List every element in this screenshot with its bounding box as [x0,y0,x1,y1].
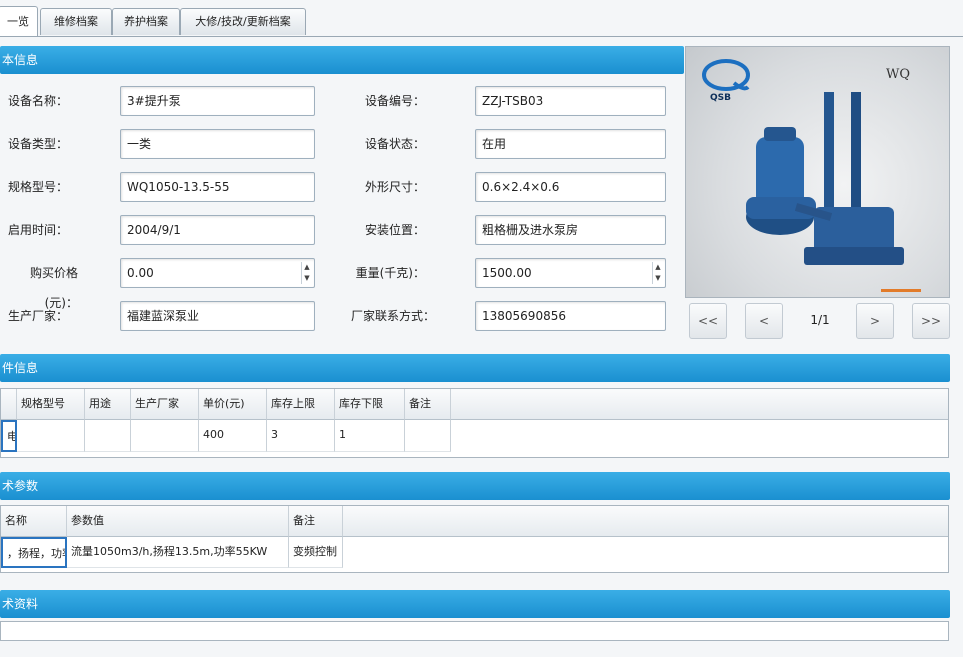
parts-header: 件信息 [0,354,950,382]
model-spec-field[interactable]: WQ1050-13.5-55 [120,172,315,202]
image-pager: 1/1 [810,313,830,327]
table-cell[interactable]: 1 [335,420,405,452]
tab-maintenance-records[interactable]: 养护档案 [112,8,180,35]
field-label: 启用时间： [7,223,68,237]
parts-grid: 规格型号 用途 生产厂家 单价(元) 库存上限 库存下限 备注 电机 400 3… [0,388,949,458]
prev-image-button[interactable]: < [745,303,783,339]
field-label: 生产厂家： [7,309,68,323]
start-date-field[interactable]: 2004/9/1 [120,215,315,245]
column-header[interactable]: 参数值 [67,506,289,537]
install-location-field[interactable]: 粗格栅及进水泵房 [475,215,666,245]
tab-label: 一览 [7,15,29,28]
table-cell[interactable]: 电机 [1,420,17,452]
field-label: 厂家联系方式： [350,309,435,323]
section-title: 本信息 [2,53,39,67]
column-header-filler [451,389,948,420]
table-cell[interactable] [85,420,131,452]
field-value: 0.00 [127,266,154,280]
table-cell[interactable]: 变频控制 [289,537,343,568]
device-number-field[interactable]: ZZJ-TSB03 [475,86,666,116]
column-header[interactable] [1,389,17,420]
spin-up-icon[interactable]: ▲ [302,262,312,273]
table-cell[interactable]: ，扬程，功率 [1,537,67,568]
field-value: 1500.00 [482,266,532,280]
field-label: 购买价格(元)： [29,266,78,310]
device-status-field[interactable]: 在用 [475,129,666,159]
table-cell[interactable]: 400 [199,420,267,452]
column-header[interactable]: 库存上限 [267,389,335,420]
device-name-field[interactable]: 3#提升泵 [120,86,315,116]
field-label: 设备编号： [364,94,425,108]
basic-info-header: 本信息 [0,46,684,74]
table-cell[interactable] [17,420,85,452]
weight-spinner[interactable]: ▲ ▼ [652,262,663,284]
brand-logo-text: QSB [710,93,731,103]
field-label: 设备状态： [364,137,425,151]
weight-field[interactable]: 1500.00 ▲ ▼ [475,258,666,288]
table-cell[interactable]: 3 [267,420,335,452]
device-type-field[interactable]: 一类 [120,129,315,159]
tab-overhaul-records[interactable]: 大修/技改/更新档案 [180,8,306,35]
column-header-filler [343,506,948,537]
tab-underline [0,36,963,37]
spin-down-icon[interactable]: ▼ [302,273,312,284]
model-caption: WQ [886,67,911,82]
column-header[interactable]: 备注 [289,506,343,537]
tab-repair-records[interactable]: 维修档案 [40,8,112,35]
spin-down-icon[interactable]: ▼ [653,273,663,284]
tab-overview[interactable]: 一览 [0,6,38,37]
field-label: 外形尺寸： [364,180,425,194]
section-title: 件信息 [2,361,39,375]
field-label: 重量(千克)： [355,266,425,280]
dimensions-field[interactable]: 0.6×2.4×0.6 [475,172,666,202]
table-cell[interactable]: 流量1050m3/h,扬程13.5m,功率55KW [67,537,289,568]
tab-label: 养护档案 [124,15,168,28]
pump-illustration [702,59,921,292]
tech-params-grid: 名称 参数值 备注 ，扬程，功率 流量1050m3/h,扬程13.5m,功率55… [0,505,949,573]
spin-up-icon[interactable]: ▲ [653,262,663,273]
table-cell[interactable] [131,420,199,452]
tab-label: 维修档案 [54,15,98,28]
section-title: 术资料 [2,597,39,611]
section-title: 术参数 [2,479,39,493]
last-image-button[interactable]: >> [912,303,950,339]
next-image-button[interactable]: > [856,303,894,339]
field-label: 设备名称： [7,94,68,108]
column-header[interactable]: 用途 [85,389,131,420]
tech-docs-panel [0,621,949,641]
column-header[interactable]: 库存下限 [335,389,405,420]
tab-label: 大修/技改/更新档案 [195,15,291,28]
manufacturer-field[interactable]: 福建蓝深泵业 [120,301,315,331]
field-label: 设备类型： [7,137,68,151]
contact-field[interactable]: 13805690856 [475,301,666,331]
table-cell[interactable] [405,420,451,452]
column-header[interactable]: 单价(元) [199,389,267,420]
column-header[interactable]: 生产厂家 [131,389,199,420]
column-header[interactable]: 备注 [405,389,451,420]
equipment-photo: QSB WQ [685,46,950,298]
tech-docs-header: 术资料 [0,590,950,618]
tech-params-header: 术参数 [0,472,950,500]
column-header[interactable]: 名称 [1,506,67,537]
price-spinner[interactable]: ▲ ▼ [301,262,312,284]
tab-bar: 一览 维修档案 养护档案 大修/技改/更新档案 [0,6,963,37]
first-image-button[interactable]: << [689,303,727,339]
column-header[interactable]: 规格型号 [17,389,85,420]
purchase-price-field[interactable]: 0.00 ▲ ▼ [120,258,315,288]
field-label: 规格型号： [7,180,68,194]
field-label: 安装位置： [364,223,425,237]
